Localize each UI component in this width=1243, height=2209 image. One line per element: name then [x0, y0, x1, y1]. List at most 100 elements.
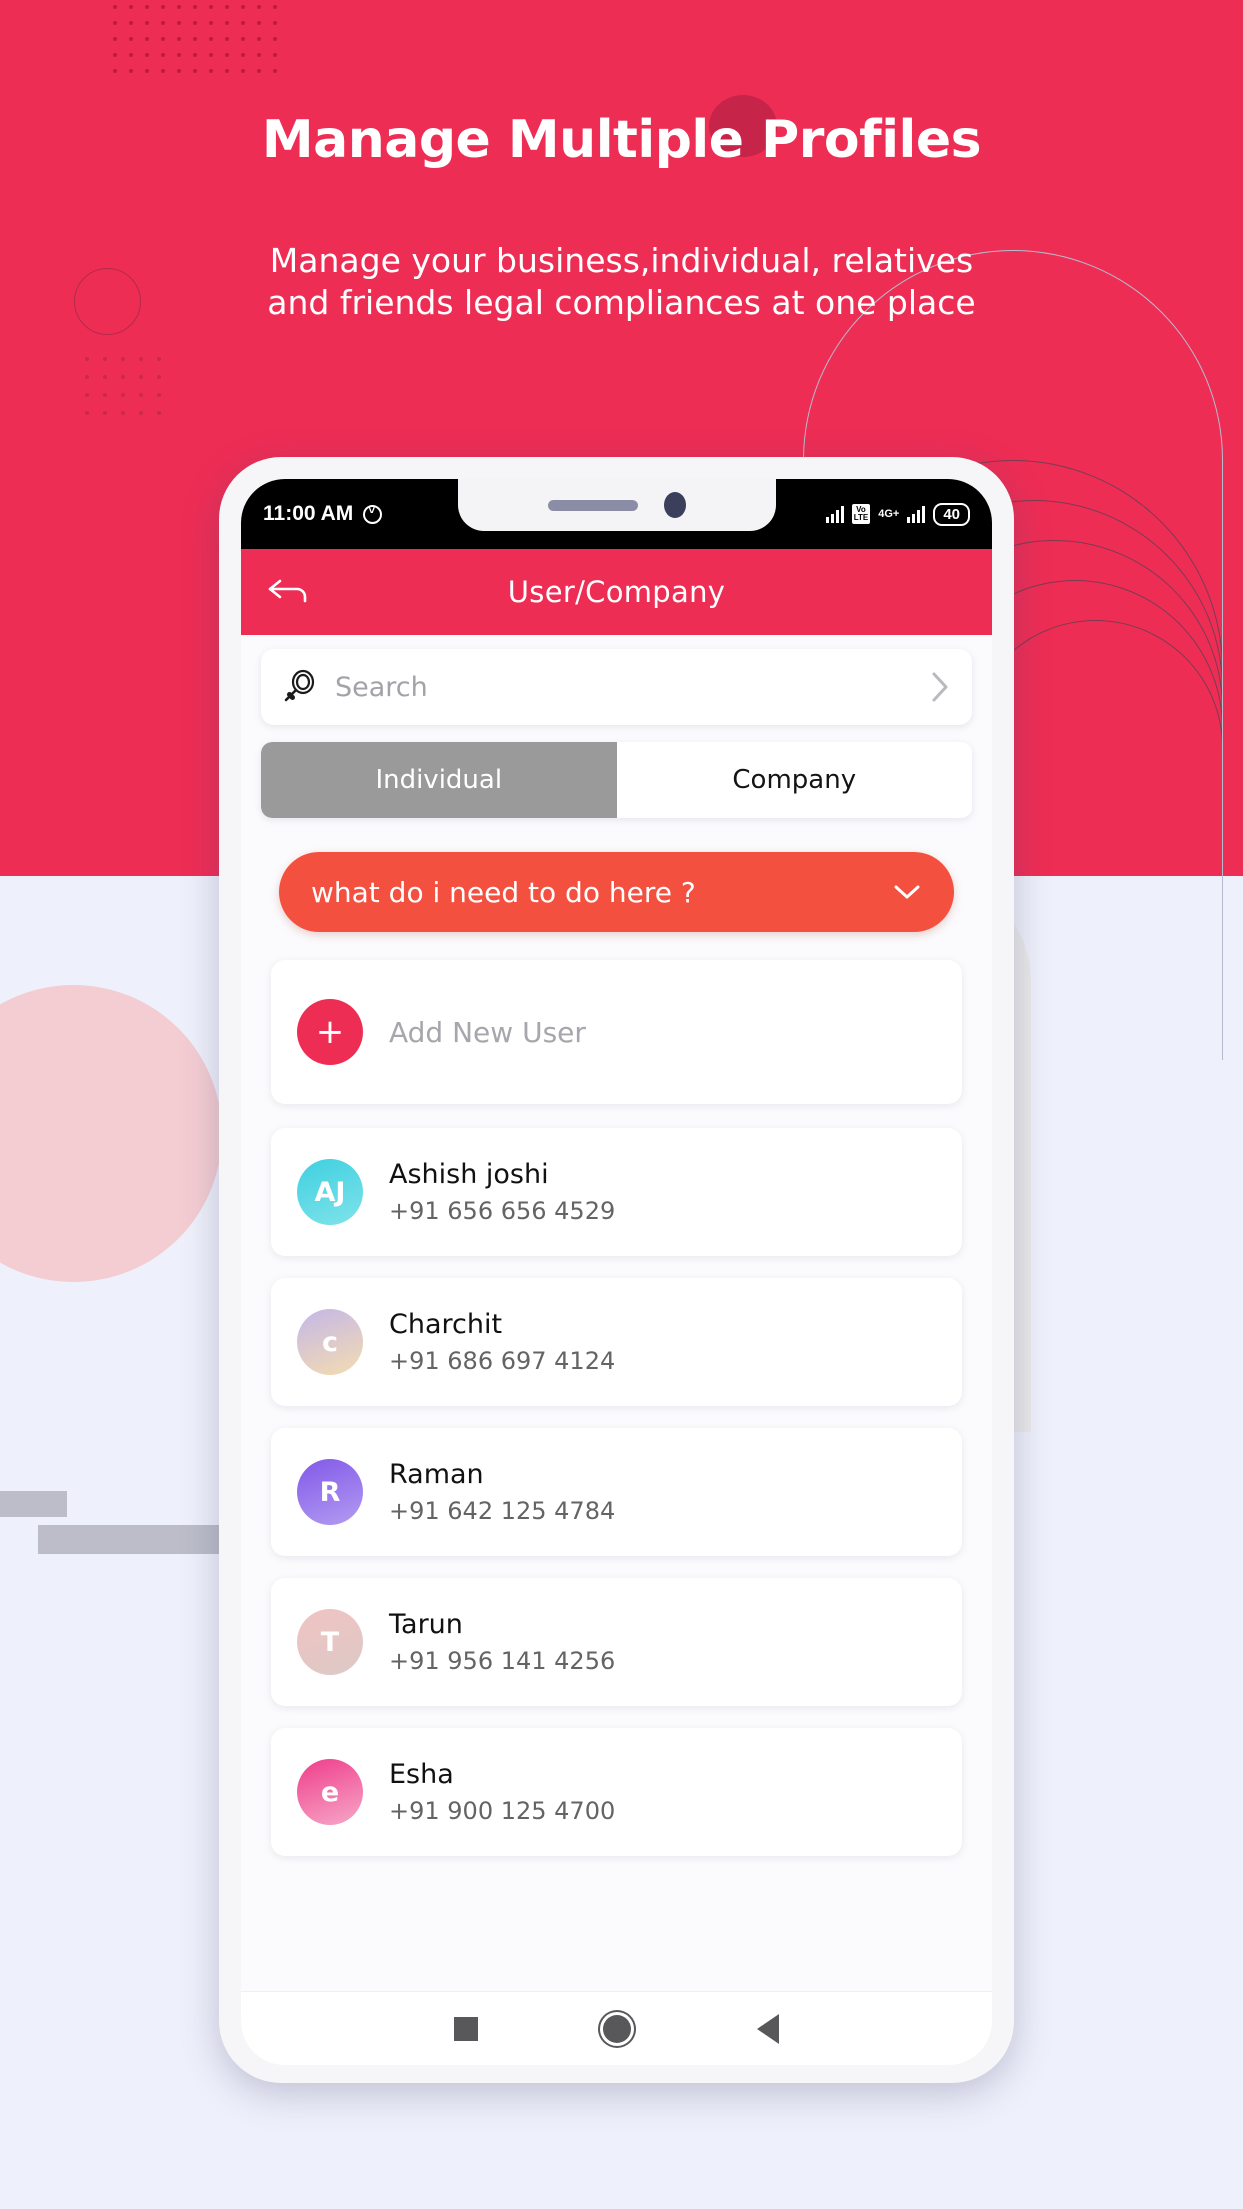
contact-phone: +91 642 125 4784 [389, 1497, 616, 1525]
help-dropdown[interactable]: what do i need to do here ? [279, 852, 954, 932]
dot [177, 21, 181, 25]
dot [157, 411, 161, 415]
dot [85, 393, 89, 397]
dot [129, 37, 133, 41]
phone-notch [457, 479, 776, 531]
dot [177, 69, 181, 73]
promo-subline: Manage your business,individual, relativ… [0, 240, 1243, 324]
avatar: T [297, 1609, 363, 1675]
dot [85, 357, 89, 361]
dot [139, 393, 143, 397]
dot [225, 21, 229, 25]
dot [241, 37, 245, 41]
tab-individual[interactable]: Individual [261, 742, 617, 818]
dot [145, 69, 149, 73]
avatar: e [297, 1759, 363, 1825]
dot [193, 21, 197, 25]
status-bar-right: Vo LTE 4G+ 40 [825, 502, 970, 526]
signal-bars-icon [825, 505, 844, 523]
dot [257, 53, 261, 57]
dot [121, 357, 125, 361]
dot [273, 53, 277, 57]
contact-rows: AJ Ashish joshi +91 656 656 4529 c Charchit +… [261, 1128, 972, 1856]
promo-headline: Manage Multiple Profiles [261, 110, 982, 170]
dot [161, 37, 165, 41]
chevron-right-icon[interactable] [928, 669, 952, 705]
dot [103, 375, 107, 379]
dot [209, 37, 213, 41]
plus-icon: + [297, 999, 363, 1065]
dot [161, 21, 165, 25]
dot [121, 393, 125, 397]
dot [161, 69, 165, 73]
dot [209, 69, 213, 73]
dot [157, 357, 161, 361]
dot [193, 53, 197, 57]
dot [113, 5, 117, 9]
app-content: Search Individual Company what do i need… [241, 649, 992, 2065]
contact-name: Raman [389, 1459, 484, 1490]
app-bar: User/Company [241, 549, 992, 635]
promo-subline-line1: Manage your business,individual, relativ… [269, 241, 974, 280]
dot [85, 375, 89, 379]
dot [257, 69, 261, 73]
contact-row[interactable]: R Raman +91 642 125 4784 [271, 1428, 962, 1556]
avatar: AJ [297, 1159, 363, 1225]
contact-text: Tarun +91 956 141 4256 [389, 1609, 615, 1675]
dot [113, 21, 117, 25]
signal-bars-icon-2 [907, 505, 926, 523]
contact-text: Charchit +91 686 697 4124 [389, 1309, 615, 1375]
contact-name: Esha [389, 1759, 454, 1790]
dot [209, 21, 213, 25]
dot [209, 53, 213, 57]
contact-name: Ashish joshi [389, 1159, 549, 1190]
dot [129, 21, 133, 25]
contact-phone: +91 656 656 4529 [389, 1197, 616, 1225]
dot [241, 21, 245, 25]
dot [157, 375, 161, 379]
android-nav-bar [241, 1991, 992, 2065]
avatar: c [297, 1309, 363, 1375]
dot [193, 37, 197, 41]
search-input[interactable]: Search [335, 672, 912, 703]
network-label: 4G+ [878, 508, 900, 520]
dot [177, 5, 181, 9]
dot [103, 357, 107, 361]
dot [145, 5, 149, 9]
status-time: 11:00 AM [263, 502, 354, 525]
contact-row[interactable]: T Tarun +91 956 141 4256 [271, 1578, 962, 1706]
dot [241, 5, 245, 9]
dot [103, 411, 107, 415]
contact-text: Esha +91 900 125 4700 [389, 1759, 615, 1825]
dot [129, 69, 133, 73]
contact-row[interactable]: e Esha +91 900 125 4700 [271, 1728, 962, 1856]
add-new-user-row[interactable]: + Add New User [271, 960, 962, 1104]
dot [145, 21, 149, 25]
dot [121, 411, 125, 415]
battery-indicator: 40 [933, 502, 970, 526]
dot [157, 393, 161, 397]
search-bar[interactable]: Search [261, 649, 972, 725]
dot [121, 375, 125, 379]
dot [113, 53, 117, 57]
profile-list: + Add New User AJ Ashish joshi +91 656 656… [261, 960, 972, 1856]
dot [145, 37, 149, 41]
bar-decoration-left [0, 1491, 67, 1517]
contact-row[interactable]: AJ Ashish joshi +91 656 656 4529 [271, 1128, 962, 1256]
chevron-down-icon[interactable] [892, 883, 922, 901]
alarm-icon [363, 503, 383, 524]
contact-text: Ashish joshi +91 656 656 4529 [389, 1159, 615, 1225]
dot [225, 5, 229, 9]
add-new-user-label: Add New User [389, 1015, 586, 1049]
triangle-back-icon[interactable] [757, 2013, 780, 2044]
dot [103, 393, 107, 397]
earpiece-speaker [547, 499, 638, 511]
volte-icon: Vo LTE [851, 504, 871, 524]
dot [161, 5, 165, 9]
square-recents-icon[interactable] [453, 2016, 478, 2041]
contact-phone: +91 956 141 4256 [389, 1647, 616, 1675]
dot [273, 5, 277, 9]
contact-row[interactable]: c Charchit +91 686 697 4124 [271, 1278, 962, 1406]
tab-company[interactable]: Company [616, 742, 972, 818]
circle-home-icon[interactable] [603, 2014, 632, 2043]
